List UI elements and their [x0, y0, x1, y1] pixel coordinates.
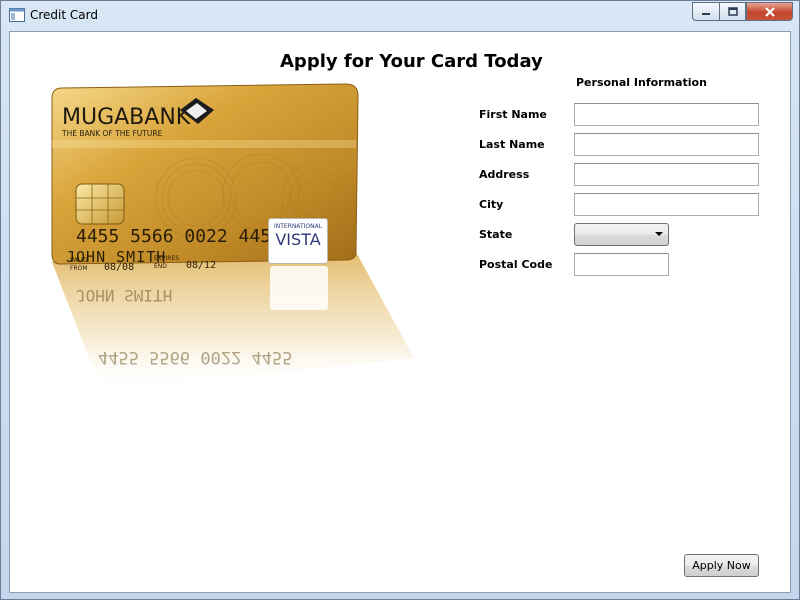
bank-tagline: THE BANK OF THE FUTURE — [61, 129, 163, 138]
chip-icon — [75, 183, 125, 225]
address-label: Address — [479, 168, 530, 181]
last-name-label: Last Name — [479, 138, 545, 151]
first-name-label: First Name — [479, 108, 547, 121]
network-badge-top: INTERNATIONAL — [273, 223, 323, 230]
expires-date: 08/12 — [186, 260, 216, 271]
window-app-icon — [9, 8, 25, 22]
close-icon — [764, 6, 775, 17]
card-number: 4455 5566 0022 4455 — [76, 226, 282, 247]
window-title: Credit Card — [30, 8, 98, 22]
card-holder-reflection: JOHN SMITH — [76, 286, 172, 305]
credit-card-image: JOHN SMITH 4455 5566 0022 4455 MUGABANK … — [51, 83, 414, 392]
close-button[interactable] — [746, 2, 793, 21]
state-label: State — [479, 228, 513, 241]
city-label: City — [479, 198, 504, 211]
client-area: Apply for Your Card Today JOHN SMITH 445… — [9, 31, 791, 593]
first-name-input[interactable] — [574, 103, 759, 126]
postal-code-label: Postal Code — [479, 258, 553, 271]
bank-name: MUGABANK — [62, 105, 191, 130]
page-title: Apply for Your Card Today — [280, 51, 543, 72]
maximize-button[interactable] — [719, 2, 746, 21]
minimize-icon — [702, 12, 710, 15]
title-bar[interactable]: Credit Card — [1, 1, 799, 31]
network-name: VISTA — [275, 230, 321, 249]
valid-from-label-2: FROM — [70, 265, 88, 272]
postal-code-input[interactable] — [574, 253, 669, 276]
card-number-reflection: 4455 5566 0022 4455 — [98, 347, 292, 367]
address-input[interactable] — [574, 163, 759, 186]
network-badge-reflection — [270, 266, 328, 310]
last-name-input[interactable] — [574, 133, 759, 156]
state-select[interactable] — [574, 223, 669, 246]
app-window: Credit Card Apply for Your Card Today JO… — [0, 0, 800, 600]
dropdown-arrow-icon — [655, 232, 663, 236]
minimize-button[interactable] — [692, 2, 719, 21]
section-title: Personal Information — [576, 76, 707, 89]
city-input[interactable] — [574, 193, 759, 216]
apply-now-button[interactable]: Apply Now — [684, 554, 759, 577]
card-reflection — [52, 252, 414, 392]
maximize-icon — [727, 7, 738, 16]
network-badge: INTERNATIONAL VISTA — [268, 218, 328, 264]
card-holder-name: JOHN SMITH — [66, 248, 167, 266]
